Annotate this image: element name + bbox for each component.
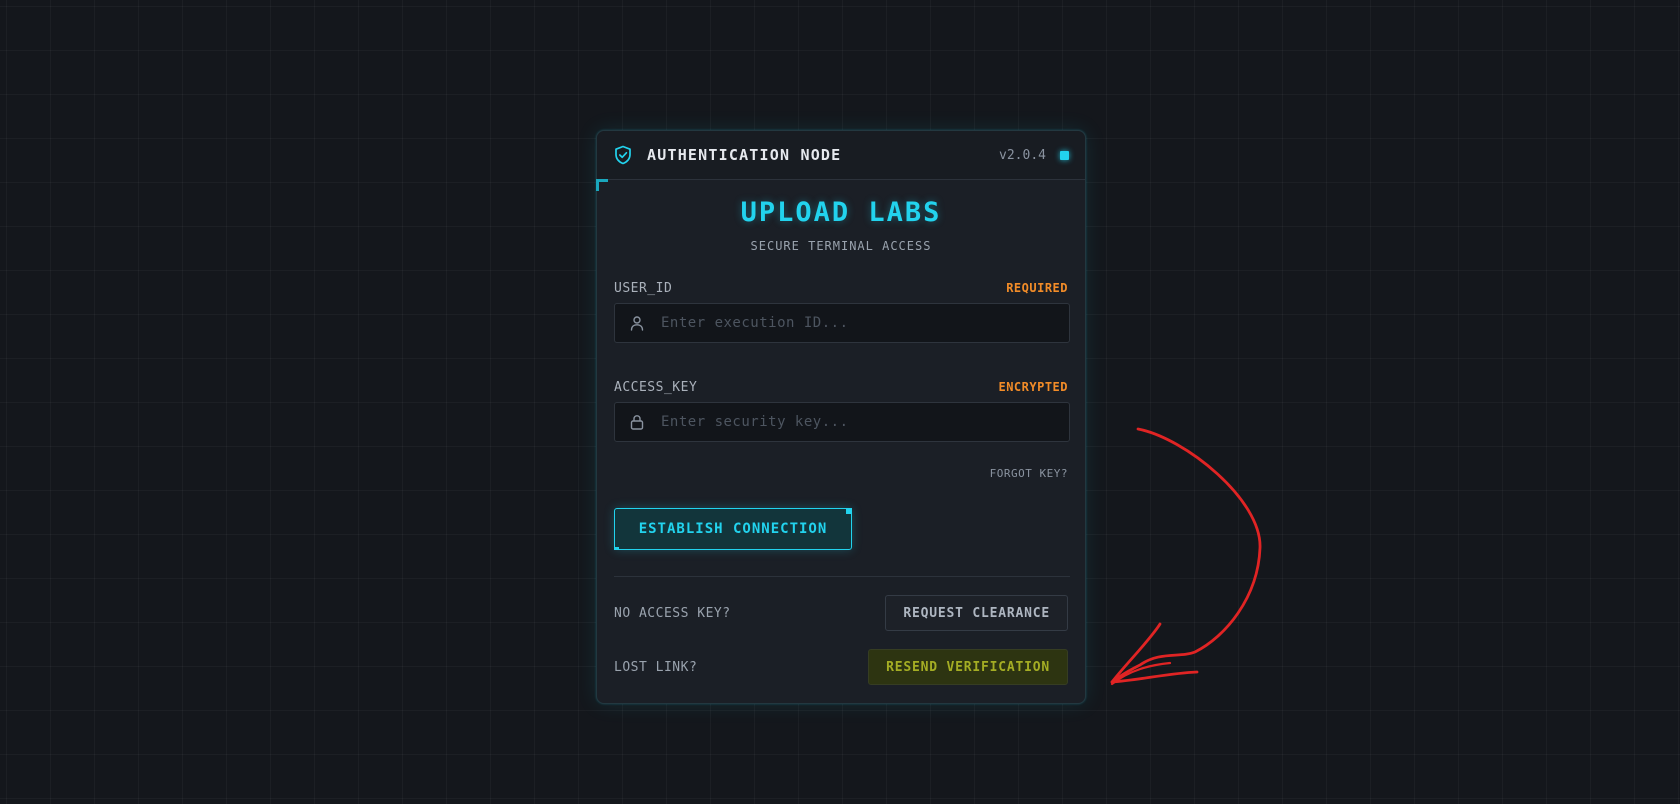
access-key-encrypted-tag: ENCRYPTED	[998, 380, 1068, 394]
brand-title: UPLOAD LABS	[740, 197, 942, 228]
version-label: v2.0.4	[999, 147, 1046, 163]
divider	[614, 576, 1070, 577]
button-corner-accent	[614, 547, 619, 550]
lost-link-label: LOST LINK?	[614, 660, 698, 675]
lock-icon	[615, 414, 659, 430]
request-clearance-button[interactable]: REQUEST CLEARANCE	[885, 595, 1068, 631]
user-icon	[615, 315, 659, 331]
forgot-key-link[interactable]: FORGOT KEY?	[990, 467, 1068, 480]
user-id-field[interactable]	[614, 303, 1070, 343]
establish-connection-label: ESTABLISH CONNECTION	[638, 521, 828, 537]
corner-accent	[596, 179, 608, 191]
user-id-input[interactable]	[659, 314, 1069, 332]
no-access-key-label: NO ACCESS KEY?	[614, 606, 731, 621]
access-key-label: ACCESS_KEY	[614, 380, 698, 395]
brand-subtitle: SECURE TERMINAL ACCESS	[750, 239, 932, 253]
access-key-input[interactable]	[659, 413, 1069, 431]
status-indicator	[1060, 150, 1069, 160]
user-id-label: USER_ID	[614, 281, 673, 296]
card-header: AUTHENTICATION NODE v2.0.4	[596, 131, 1085, 191]
header-title: AUTHENTICATION NODE	[647, 146, 842, 164]
access-key-field[interactable]	[614, 402, 1070, 442]
user-id-required-tag: REQUIRED	[1006, 281, 1068, 295]
resend-verification-button[interactable]: RESEND VERIFICATION	[868, 649, 1068, 685]
establish-connection-button[interactable]: ESTABLISH CONNECTION	[614, 508, 852, 550]
shield-check-icon	[613, 145, 633, 165]
auth-card: AUTHENTICATION NODE v2.0.4 UPLOAD LABS S…	[596, 130, 1086, 704]
button-corner-accent	[846, 508, 852, 514]
